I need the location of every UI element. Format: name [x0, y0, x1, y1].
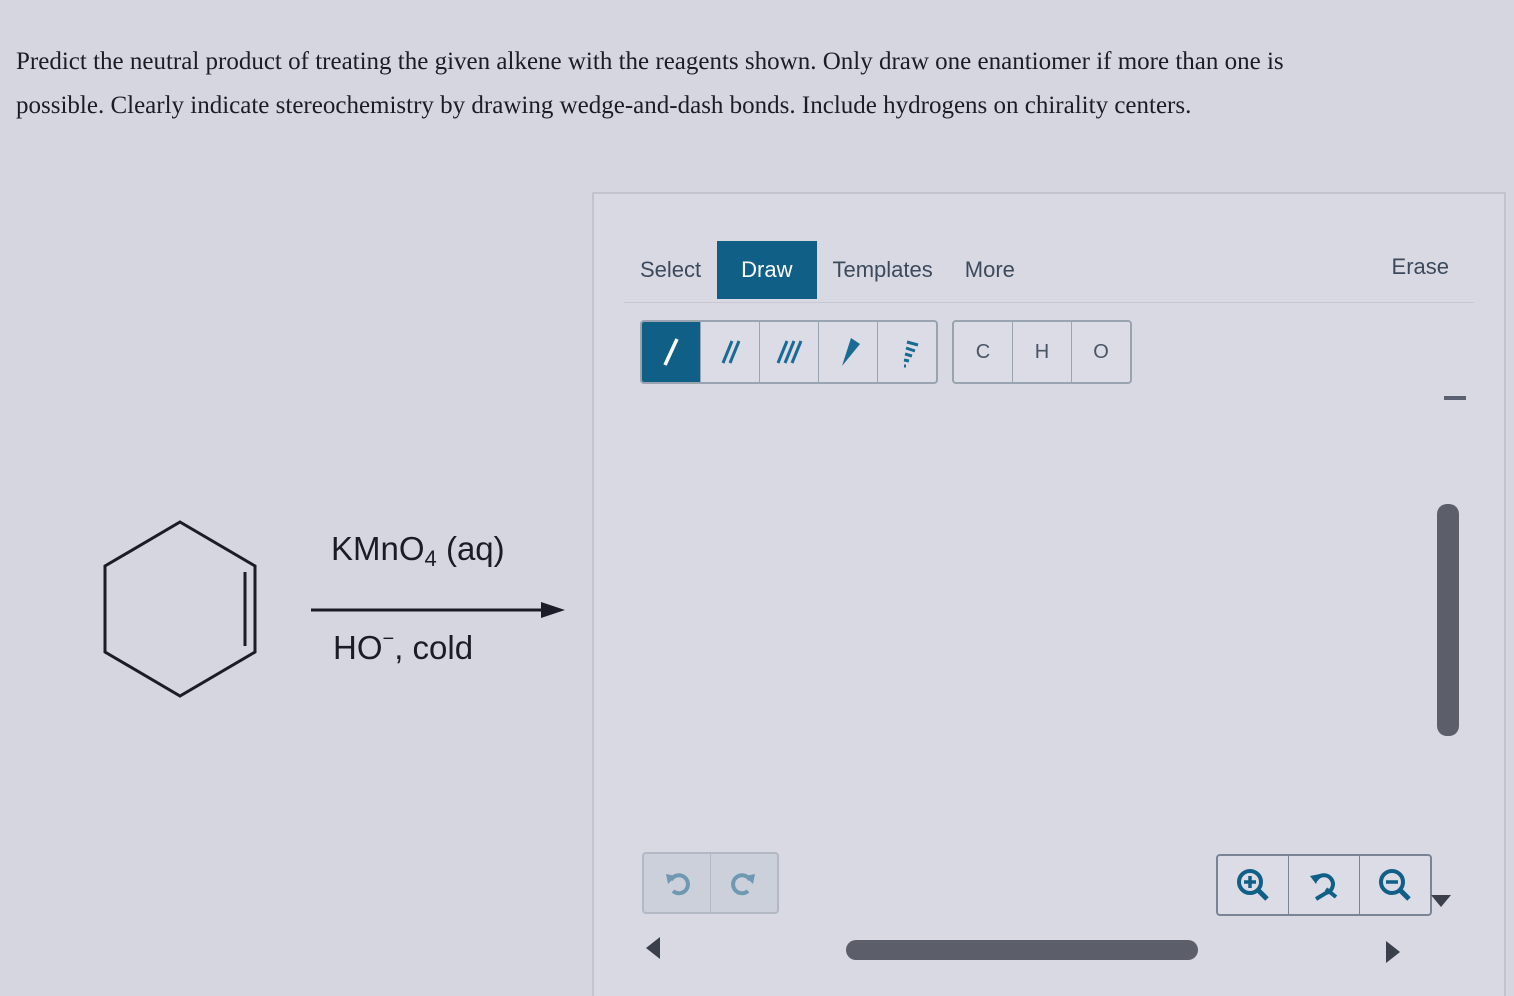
question-line-2: possible. Clearly indicate stereochemist… — [16, 92, 1192, 119]
redo-icon — [731, 873, 755, 896]
history-controls — [642, 852, 779, 914]
scroll-left-arrow-icon[interactable] — [644, 936, 662, 960]
tab-select[interactable]: Select — [624, 241, 717, 299]
reaction-scheme: KMnO4 (aq) HO−, cold — [95, 510, 575, 710]
drawing-editor[interactable]: Select Draw Templates More Erase C H O — [592, 192, 1506, 996]
atom-c-button[interactable]: C — [954, 322, 1013, 382]
single-bond-button[interactable] — [642, 322, 701, 382]
reagent-bottom-superscript: − — [382, 628, 395, 650]
question-text: Predict the neutral product of treating … — [16, 40, 1496, 128]
reagent-bottom: HO−, cold — [333, 628, 473, 667]
reagent-top: KMnO4 (aq) — [331, 530, 505, 572]
redo-button[interactable] — [711, 854, 777, 912]
triple-bond-icon — [776, 340, 803, 364]
tab-more[interactable]: More — [949, 241, 1031, 299]
zoom-menu-caret-icon[interactable] — [1430, 894, 1452, 908]
editor-tab-bar: Select Draw Templates More — [624, 240, 1474, 300]
bond-tool-group — [640, 320, 938, 384]
undo-icon — [666, 873, 690, 896]
question-line-1: Predict the neutral product of treating … — [16, 48, 1284, 75]
double-bond-icon — [721, 340, 741, 364]
reaction-arrow-head — [541, 602, 565, 618]
wedge-bond-icon — [842, 338, 860, 366]
erase-button[interactable]: Erase — [1392, 254, 1449, 280]
reagent-top-subscript: 4 — [424, 546, 437, 571]
dash-bond-icon — [903, 340, 919, 368]
atom-h-button[interactable]: H — [1013, 322, 1072, 382]
single-bond-icon — [663, 338, 679, 366]
reagent-top-suffix: (aq) — [436, 530, 505, 567]
horizontal-scrollbar[interactable] — [846, 940, 1198, 960]
scroll-right-arrow-icon[interactable] — [1384, 940, 1402, 964]
zoom-controls — [1216, 854, 1432, 916]
zoom-reset-button[interactable] — [1289, 856, 1360, 914]
zoom-out-icon — [1379, 869, 1411, 901]
zoom-reset-icon — [1310, 873, 1338, 901]
undo-button[interactable] — [644, 854, 711, 912]
zoom-out-button[interactable] — [1360, 856, 1430, 914]
atom-o-button[interactable]: O — [1072, 322, 1130, 382]
tab-draw[interactable]: Draw — [717, 241, 817, 299]
wedge-bond-button[interactable] — [819, 322, 878, 382]
reagent-top-main: KMnO — [331, 530, 425, 567]
tab-templates[interactable]: Templates — [817, 241, 949, 299]
cyclohexene-ring — [103, 520, 257, 698]
reagent-bottom-main: HO — [333, 629, 383, 666]
atom-tool-group: C H O — [952, 320, 1132, 384]
triple-bond-button[interactable] — [760, 322, 819, 382]
vertical-scrollbar[interactable] — [1437, 504, 1459, 736]
toolbar-divider — [624, 302, 1474, 303]
cyclohexene-structure — [103, 520, 257, 698]
reagent-bottom-suffix: , cold — [394, 629, 474, 666]
zoom-in-icon — [1237, 869, 1269, 901]
double-bond-button[interactable] — [701, 322, 760, 382]
zoom-in-button[interactable] — [1218, 856, 1289, 914]
panel-collapse-handle[interactable] — [1444, 396, 1466, 400]
dash-bond-button[interactable] — [878, 322, 936, 382]
